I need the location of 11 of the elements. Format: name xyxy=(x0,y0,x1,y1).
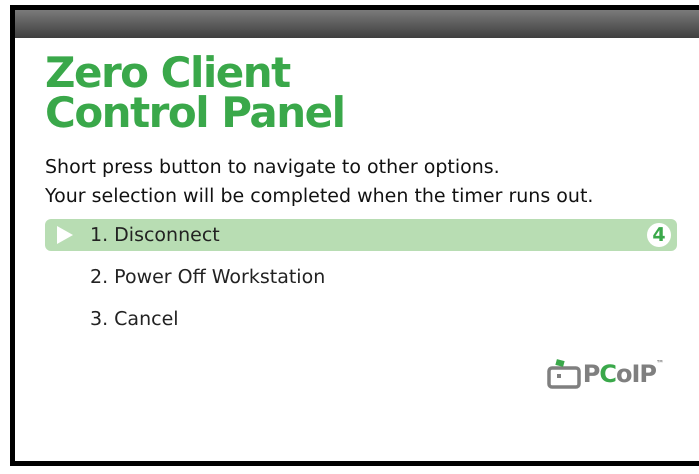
instruction-text: Your selection will be completed when the timer runs out. xyxy=(45,184,594,209)
pcoip-logo: PCoIP™ xyxy=(546,359,663,389)
panel-title: Control Panel xyxy=(45,93,346,133)
menu-option[interactable]: 3. Cancel xyxy=(45,303,677,335)
monitor-icon xyxy=(546,359,581,389)
countdown-badge: 4 xyxy=(647,223,671,247)
instruction-text: Short press button to navigate to other options. xyxy=(45,155,501,180)
menu-option[interactable]: 1. Disconnect 4 xyxy=(45,219,677,251)
panel-title: Zero Client xyxy=(45,53,290,93)
menu-option[interactable]: 2. Power Off Workstation xyxy=(45,261,677,293)
play-arrow-icon xyxy=(56,225,74,245)
